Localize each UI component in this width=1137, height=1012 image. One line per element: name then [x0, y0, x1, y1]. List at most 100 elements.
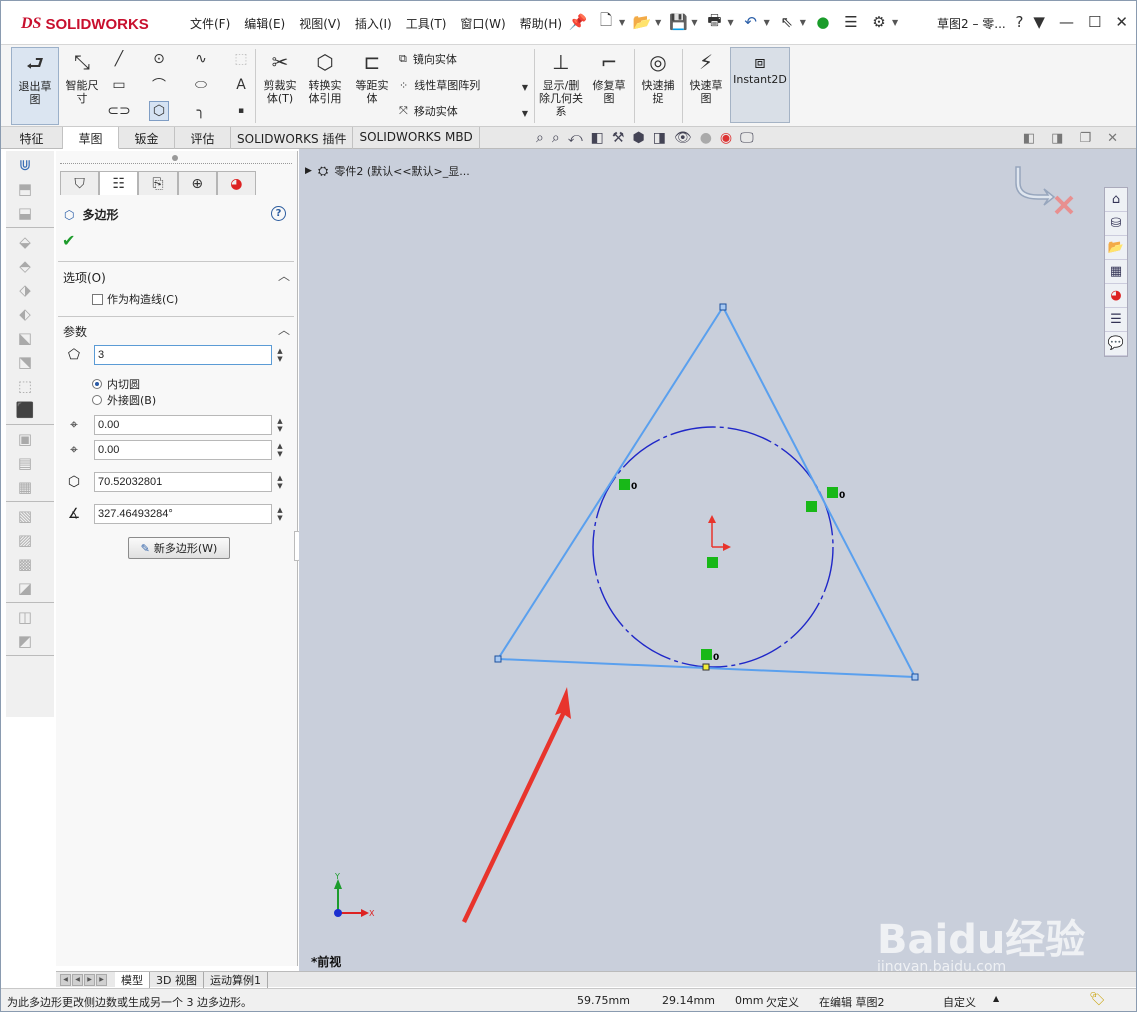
options-gear-icon[interactable]: ⚙: [868, 11, 890, 33]
tab-model[interactable]: 模型: [115, 971, 150, 988]
trim-entities-button[interactable]: ✂ 剪裁实体(T): [259, 47, 301, 125]
zoom-to-fit-icon[interactable]: ⌕: [536, 130, 544, 146]
section-view-icon[interactable]: ◧: [591, 130, 604, 146]
apply-scene-icon[interactable]: ◉: [720, 130, 732, 146]
tab-addins[interactable]: SOLIDWORKS 插件: [231, 127, 354, 149]
undo-icon[interactable]: ↶: [740, 11, 762, 33]
center-y-input[interactable]: [94, 440, 272, 460]
inscribed-radio[interactable]: 内切圆: [92, 376, 140, 392]
tab-features[interactable]: 特征: [1, 127, 63, 149]
relation-marker[interactable]: [701, 649, 712, 660]
relation-marker[interactable]: [707, 557, 718, 568]
cut-extrude-icon[interactable]: ⬖: [14, 304, 36, 324]
repair-sketch-button[interactable]: ⌐ 修复草图: [588, 47, 630, 125]
instant2d-button[interactable]: ⧈ Instant2D: [730, 47, 790, 123]
checkbox-box[interactable]: [92, 293, 103, 305]
cut-revolve-icon[interactable]: ⬕: [14, 328, 36, 348]
options-header[interactable]: 选项(O): [63, 269, 106, 286]
point-icon[interactable]: ▪: [231, 101, 251, 121]
display-style-icon[interactable]: ◨: [653, 130, 666, 146]
sides-input[interactable]: [94, 345, 272, 365]
chevron-down-icon[interactable]: ▼: [727, 18, 733, 27]
vertex-point[interactable]: [911, 673, 919, 681]
offset-entities-button[interactable]: ⊏ 等距实体: [351, 47, 393, 125]
rapid-sketch-button[interactable]: ⚡ 快速草图: [685, 47, 727, 125]
last-tab-icon[interactable]: ▶: [96, 973, 107, 986]
minimize-icon[interactable]: —: [1059, 13, 1074, 31]
radio-button[interactable]: [92, 395, 102, 405]
collapse-chevron-icon[interactable]: ︿: [278, 267, 290, 284]
viewport-close-icon[interactable]: ✕: [1107, 131, 1118, 146]
hide-show-icon[interactable]: 👁: [674, 130, 692, 146]
tab-sketch[interactable]: 草图: [63, 127, 119, 149]
relation-marker[interactable]: [806, 501, 817, 512]
close-icon[interactable]: ✕: [1115, 13, 1128, 31]
quick-snaps-button[interactable]: ◎ 快速捕捉: [638, 47, 678, 125]
linear-pattern-button[interactable]: ⁘ 线性草图阵列: [399, 77, 480, 93]
circumscribed-radio[interactable]: 外接圆(B): [92, 392, 156, 408]
circle-icon[interactable]: ⊙: [149, 49, 169, 69]
mirror-feature-icon[interactable]: ▧: [14, 506, 36, 526]
view-orientation-icon[interactable]: ⬢: [632, 130, 644, 146]
construction-checkbox[interactable]: 作为构造线(C): [92, 291, 178, 307]
polygon-icon[interactable]: ⬡: [149, 101, 169, 121]
relation-marker[interactable]: [827, 487, 838, 498]
rectangle-icon[interactable]: ▭: [109, 75, 129, 95]
fillet-icon[interactable]: ╮: [191, 101, 211, 121]
menu-file[interactable]: 文件(F): [183, 15, 237, 32]
rib-icon[interactable]: ⬛: [14, 400, 36, 420]
menu-help[interactable]: 帮助(H): [513, 15, 569, 32]
collapse-chevron-icon[interactable]: ︿: [278, 321, 290, 338]
loft-icon[interactable]: ⬘: [14, 256, 36, 276]
radio-button[interactable]: [92, 379, 102, 389]
tab-evaluate[interactable]: 评估: [175, 127, 231, 149]
menu-view[interactable]: 视图(V): [292, 15, 348, 32]
extrude-boss-icon[interactable]: ⬒: [14, 179, 36, 199]
dome-icon[interactable]: ▩: [14, 554, 36, 574]
sides-spinner[interactable]: ▲ ▼: [275, 347, 285, 363]
graphics-area[interactable]: ▶ ⛭ 零件2 (默认<<默认>_显... ⌂ ⛁ 📂 ▦ ◕ ☰ 💬 0 0 …: [299, 149, 1136, 971]
chevron-down-icon[interactable]: ▼: [655, 18, 661, 27]
next-tab-icon[interactable]: ▶: [84, 973, 95, 986]
tab-mbd[interactable]: SOLIDWORKS MBD: [353, 127, 480, 149]
angle-input[interactable]: [94, 504, 272, 524]
maximize-icon[interactable]: ☐: [1088, 13, 1101, 31]
chevron-down-icon[interactable]: ▼: [764, 18, 770, 27]
chevron-down-icon[interactable]: ▼: [619, 18, 625, 27]
previous-view-icon[interactable]: ⤺: [568, 130, 583, 146]
first-tab-icon[interactable]: ◀: [60, 973, 71, 986]
fillet-feature-icon[interactable]: ⬚: [14, 376, 36, 396]
parameters-header[interactable]: 参数: [63, 323, 87, 340]
select-arrow-icon[interactable]: ⇖: [776, 11, 798, 33]
menu-insert[interactable]: 插入(I): [348, 15, 399, 32]
panel-splitter[interactable]: [60, 163, 292, 164]
pin-icon[interactable]: 📌: [567, 11, 589, 33]
chevron-down-icon[interactable]: ▼: [515, 77, 535, 97]
angle-spinner[interactable]: ▲ ▼: [275, 506, 285, 522]
new-document-icon[interactable]: 🗋: [595, 11, 617, 33]
menu-edit[interactable]: 编辑(E): [237, 15, 292, 32]
help-icon[interactable]: ?: [271, 206, 286, 221]
unit-system[interactable]: 自定义: [943, 994, 976, 1010]
open-folder-icon[interactable]: 📂: [631, 11, 653, 33]
unit-chevron-up-icon[interactable]: ▲: [993, 994, 999, 1003]
pattern-icon[interactable]: ▦: [14, 477, 36, 497]
move-entities-button[interactable]: ⤧ 移动实体: [399, 103, 458, 119]
ellipse-icon[interactable]: ⬭: [191, 75, 211, 95]
boundary-icon[interactable]: ⬗: [14, 280, 36, 300]
center-x-spinner[interactable]: ▲ ▼: [275, 417, 285, 433]
print-icon[interactable]: 🖶: [703, 11, 725, 33]
tile-right-icon[interactable]: ◨: [1051, 131, 1063, 146]
zoom-area-icon[interactable]: ⌕: [552, 130, 560, 146]
chevron-down-icon[interactable]: ▼: [1033, 13, 1045, 31]
draft-icon[interactable]: ▤: [14, 453, 36, 473]
wrap-icon[interactable]: ▨: [14, 530, 36, 550]
arc-icon[interactable]: ⌒: [149, 75, 169, 95]
text-icon[interactable]: A: [231, 75, 251, 95]
chevron-down-icon[interactable]: ▼: [892, 18, 898, 27]
triangle-polygon[interactable]: [496, 305, 917, 679]
diameter-input[interactable]: [94, 472, 272, 492]
tab-sheet-metal[interactable]: 钣金: [119, 127, 175, 149]
spline-icon[interactable]: ∿: [191, 49, 211, 69]
vertex-point[interactable]: [719, 303, 727, 311]
